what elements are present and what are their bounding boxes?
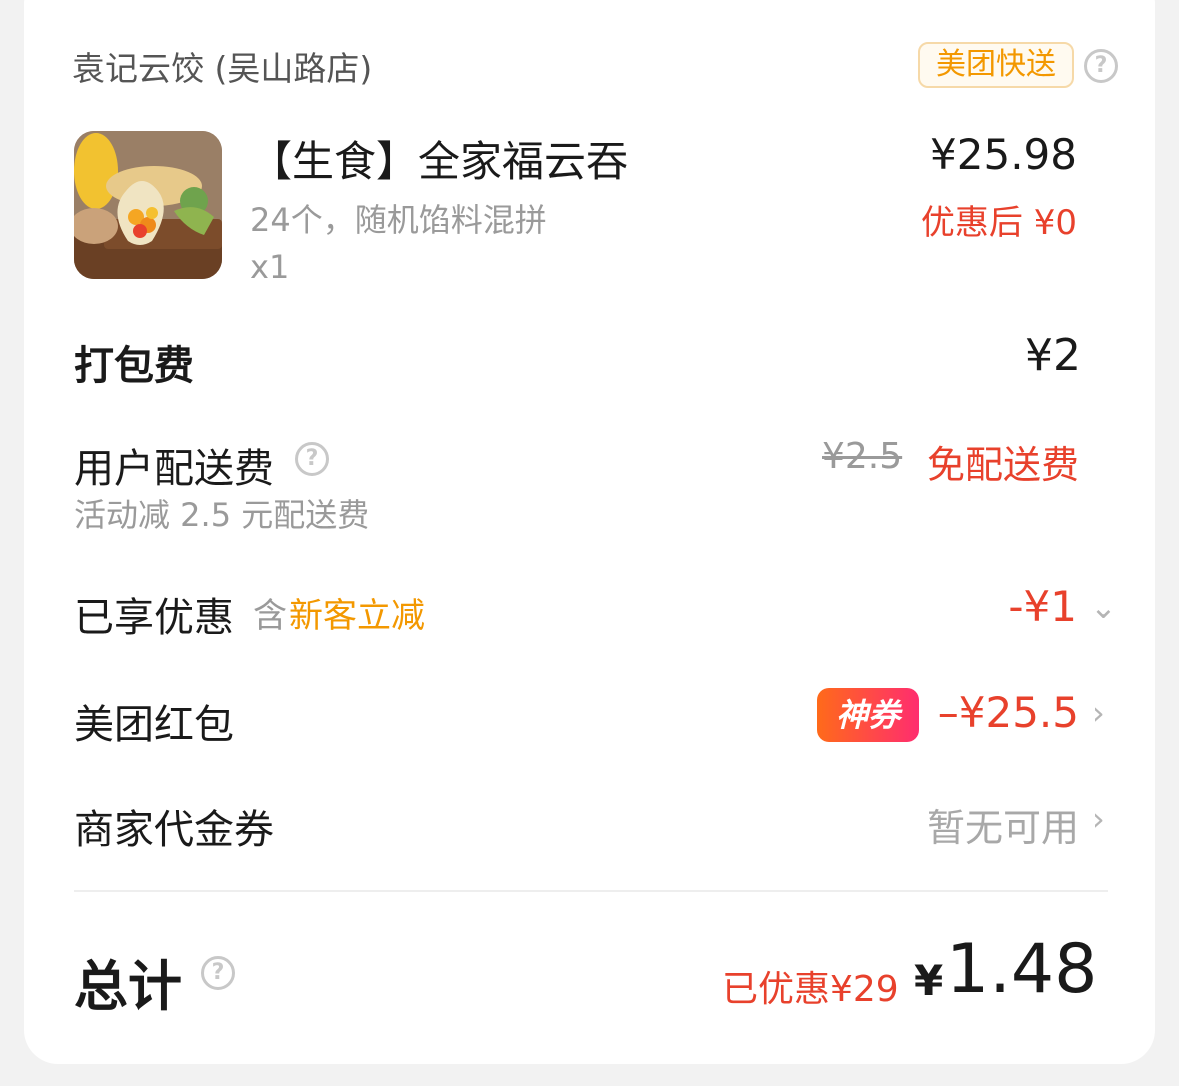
total-saved-amount: 已优惠¥29 [722, 969, 899, 1010]
shop-name: 袁记云饺 (吴山路店) [72, 49, 373, 88]
super-coupon-badge: 神券 [817, 688, 919, 742]
item-price: ¥25.98 [930, 130, 1077, 179]
chevron-right-icon[interactable]: › [1092, 694, 1105, 732]
chevron-down-icon[interactable]: ⌄ [1090, 588, 1117, 626]
item-name: 【生食】全家福云吞 [250, 137, 629, 186]
help-circle-icon[interactable]: ? [201, 956, 235, 990]
packaging-fee-label: 打包费 [74, 343, 194, 389]
delivery-fee-original: ¥2.5 [822, 436, 903, 477]
enjoyed-discount-value[interactable]: -¥1 [1008, 582, 1077, 631]
merchant-coupon-value[interactable]: 暂无可用 [927, 797, 1079, 852]
merchant-coupon-label[interactable]: 商家代金券 [74, 797, 274, 855]
red-packet-value[interactable]: –¥25.5 [938, 688, 1079, 737]
total-amount: 1.48 [946, 930, 1098, 1009]
delivery-fee-free: 免配送费 [926, 443, 1079, 487]
help-circle-icon[interactable]: ? [295, 442, 329, 476]
delivery-tag-badge: 美团快送 [918, 42, 1074, 88]
red-packet-label[interactable]: 美团红包 [74, 692, 234, 750]
enjoyed-discount-label[interactable]: 已享优惠 [74, 585, 234, 643]
item-quantity: x1 [250, 248, 290, 286]
item-thumbnail[interactable] [74, 131, 222, 279]
wonton-image-icon [74, 131, 222, 279]
item-spec: 24个，随机馅料混拼 [250, 201, 547, 239]
divider [74, 890, 1108, 892]
help-circle-icon[interactable]: ? [1084, 49, 1118, 83]
chevron-right-icon[interactable]: › [1092, 800, 1105, 838]
packaging-fee-value: ¥2 [1025, 330, 1081, 381]
delivery-fee-label: 用户配送费 [74, 446, 274, 492]
new-customer-discount-tag: 新客立减 [289, 596, 425, 636]
enjoyed-discount-prefix: 含 [253, 596, 287, 636]
delivery-fee-note: 活动减 2.5 元配送费 [74, 496, 370, 534]
total-label: 总计 [74, 955, 182, 1018]
total-currency-symbol: ¥ [914, 956, 944, 1005]
item-price-after-discount: 优惠后 ¥0 [920, 203, 1077, 243]
